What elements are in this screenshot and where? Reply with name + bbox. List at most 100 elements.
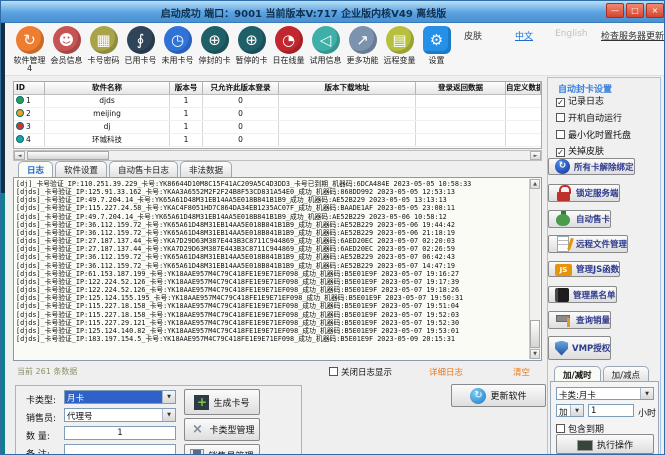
toolbar-more-features[interactable]: ↗ 更多功能 bbox=[344, 26, 381, 65]
chevron-down-icon[interactable]: ▼ bbox=[162, 409, 175, 421]
amount-input[interactable] bbox=[588, 404, 634, 417]
tab-add-sub-points[interactable]: 加/减点 bbox=[603, 366, 649, 381]
log-tabs: 日志 软件设置 自动售卡日志 非法数据 bbox=[13, 161, 232, 177]
scroll-right-arrow[interactable]: ► bbox=[530, 151, 541, 160]
app-window: 启动成功 端口：9001 当前版本V:717 企业版内核V49 离线版 — □ … bbox=[0, 0, 665, 455]
log-line: [djds]_卡号验证_IP:125.124.140.82_卡号:YK18AAE… bbox=[16, 327, 527, 335]
update-software-button[interactable]: ↻ 更新软件 bbox=[451, 384, 546, 407]
tab-illegal-data[interactable]: 非法数据 bbox=[180, 161, 232, 177]
scroll-down-arrow[interactable]: ▼ bbox=[530, 349, 540, 359]
tab-auto-sell-log[interactable]: 自动售卡日志 bbox=[109, 161, 178, 177]
log-line: [djds]_卡号验证_IP:49.7.204.14_卡号:YK65A61D48… bbox=[16, 196, 527, 204]
unbind-all-cards-button[interactable]: ↻ 所有卡解除绑定 bbox=[548, 158, 635, 175]
skin-link[interactable]: 皮肤 bbox=[464, 29, 482, 42]
tab-software-settings[interactable]: 软件设置 bbox=[55, 161, 107, 177]
close-log-checkbox[interactable]: 关闭日志显示 bbox=[329, 366, 392, 378]
execute-operation-button[interactable]: 执行操作 bbox=[556, 434, 654, 454]
chevron-down-icon[interactable]: ▼ bbox=[162, 391, 175, 403]
table-row[interactable]: 2 meijing 1 0 bbox=[14, 108, 541, 121]
card-type-manage-button[interactable]: × 卡类型管理 bbox=[184, 418, 260, 441]
toolbar-remote-vars[interactable]: ▤ 远程变量 bbox=[381, 26, 418, 65]
add-sub-select[interactable]: 加 ▼ bbox=[556, 404, 584, 417]
toolbar-software-manage[interactable]: ↻ 软件管理 4 bbox=[11, 26, 48, 73]
log-line: [djds]_卡号验证_IP:115.227.18.158_卡号:YK18AAE… bbox=[16, 302, 527, 310]
lock-server-button[interactable]: 锁定服务端 bbox=[548, 184, 620, 202]
toolbar-card-password[interactable]: ▦ 卡号密码 bbox=[85, 26, 122, 65]
checkbox-icon bbox=[556, 113, 565, 122]
tab-log[interactable]: 日志 bbox=[18, 161, 53, 177]
toolbar-paused-cards[interactable]: ⊕ 暂停的卡 bbox=[233, 26, 270, 65]
disable-skin-checkbox[interactable]: ✓关掉皮肤 bbox=[556, 144, 604, 157]
log-line: [djds]_卡号验证_IP:36.112.159.72_卡号:YK65A61D… bbox=[16, 221, 527, 229]
scroll-up-arrow[interactable]: ▲ bbox=[530, 179, 540, 189]
generate-card-button[interactable]: + 生成卡号 bbox=[184, 389, 260, 415]
query-sales-button[interactable]: 查询销量 bbox=[548, 311, 611, 329]
unit-label: 小时 bbox=[638, 406, 656, 419]
quantity-input[interactable] bbox=[64, 426, 176, 440]
card-generate-panel: 卡类型: 月卡 ▼ 销售员: 代理号 ▼ 数 量: 备 注: + 生成卡号 × … bbox=[15, 385, 302, 455]
toolbar-banned-cards[interactable]: ⊕ 停封的卡 bbox=[196, 26, 233, 65]
chart-icon: ↗ bbox=[349, 26, 377, 54]
gauge-icon: ◔ bbox=[275, 26, 303, 54]
log-line: [djds]_卡号验证_IP:27.187.137.44_卡号:YKA7D29D… bbox=[16, 237, 527, 245]
manage-blacklist-button[interactable]: 管理黑名单 bbox=[548, 286, 617, 303]
gear-icon: ⚙ bbox=[423, 26, 451, 54]
card-type-select[interactable]: 月卡 ▼ bbox=[64, 390, 176, 404]
toolbar-settings[interactable]: ⚙ 设置 bbox=[418, 26, 455, 65]
log-line: [djds]_卡号验证_IP:122.224.52.126_卡号:YK18AAE… bbox=[16, 286, 527, 294]
minimize-to-tray-checkbox[interactable]: 最小化时置托盘 bbox=[556, 128, 631, 141]
refresh-icon: ↻ bbox=[16, 26, 44, 54]
checkbox-icon[interactable] bbox=[329, 367, 338, 376]
check-update-link[interactable]: 检查服务器更新 bbox=[601, 29, 664, 42]
checkbox-icon: ✓ bbox=[556, 98, 565, 107]
toolbar-daily-online[interactable]: ◔ 日在线量 bbox=[270, 26, 307, 65]
seller-manage-button[interactable]: 销售员管理 bbox=[184, 444, 260, 455]
log-line: [djds]_卡号验证_IP:36.112.159.72_卡号:YK65A61D… bbox=[16, 229, 527, 237]
auto-sell-button[interactable]: 自动售卡 bbox=[548, 210, 611, 228]
toolbar-used-cards[interactable]: ∮ 已用卡号 bbox=[122, 26, 159, 65]
seller-label: 销售员: bbox=[26, 411, 56, 424]
maximize-button[interactable]: □ bbox=[626, 3, 644, 18]
minimize-button[interactable]: — bbox=[606, 3, 624, 18]
english-link[interactable]: English bbox=[555, 29, 588, 39]
log-count-text: 当前 261 条数据 bbox=[17, 366, 77, 377]
table-row[interactable]: 1 djds 1 0 bbox=[14, 95, 541, 108]
js-icon: JS bbox=[555, 264, 572, 276]
toolbar-member-info[interactable]: ☻ 会员信息 bbox=[48, 26, 85, 65]
scroll-left-arrow[interactable]: ◄ bbox=[14, 151, 25, 160]
main-toolbar: ↻ 软件管理 4 ☻ 会员信息 ▦ 卡号密码 ∮ 已用卡号 ◷ 未用卡号 ⊕ 停… bbox=[5, 23, 665, 76]
log-panel[interactable]: [dj]_卡号验证_IP:110.251.39.229_卡号:YK86644D1… bbox=[13, 177, 542, 361]
vmp-auth-button[interactable]: VMP授权 bbox=[548, 336, 611, 360]
scroll-thumb[interactable] bbox=[27, 151, 109, 160]
card-class-select[interactable]: 卡类:月卡 ▼ bbox=[556, 387, 654, 400]
tab-add-sub-time[interactable]: 加/减时 bbox=[554, 366, 601, 381]
note-input[interactable] bbox=[64, 444, 176, 455]
chinese-link[interactable]: 中文 bbox=[515, 29, 533, 42]
detail-log-link[interactable]: 详细日志 bbox=[429, 366, 463, 378]
plus-icon: + bbox=[194, 395, 209, 410]
toolbar-unused-cards[interactable]: ◷ 未用卡号 bbox=[159, 26, 196, 65]
status-dot bbox=[16, 135, 24, 143]
clear-log-link[interactable]: 清空 bbox=[513, 366, 530, 378]
record-log-checkbox[interactable]: ✓记录日志 bbox=[556, 94, 604, 107]
scroll-thumb[interactable] bbox=[530, 320, 540, 348]
chevron-down-icon[interactable]: ▼ bbox=[570, 405, 583, 416]
table-row[interactable]: 3 dj 1 0 bbox=[14, 121, 541, 134]
close-button[interactable]: × bbox=[646, 3, 664, 18]
autorun-checkbox[interactable]: 开机自动运行 bbox=[556, 111, 622, 124]
title-bar: 启动成功 端口：9001 当前版本V:717 企业版内核V49 离线版 — □ … bbox=[1, 1, 665, 23]
checkbox-icon bbox=[556, 424, 565, 433]
chevron-down-icon[interactable]: ▼ bbox=[640, 388, 653, 399]
seller-select[interactable]: 代理号 ▼ bbox=[64, 408, 176, 422]
manage-js-button[interactable]: JS 管理JS函数 bbox=[548, 261, 620, 277]
remote-file-manage-button[interactable]: 远程文件管理 bbox=[548, 235, 628, 253]
log-vscrollbar[interactable]: ▲ ▼ bbox=[529, 179, 540, 359]
toolbar-trial-info[interactable]: ◁ 试用信息 bbox=[307, 26, 344, 65]
table-row[interactable]: 4 环城科技 1 0 bbox=[14, 134, 541, 147]
table-header: ID 软件名称 版本号 只允许此版本登录 版本下载地址 登录返回数据 自定义数据 bbox=[14, 82, 541, 95]
log-line: [djds]_卡号验证_IP:125.124.155.195_卡号:YK18AA… bbox=[16, 294, 527, 302]
paperclip-icon: ∮ bbox=[127, 26, 155, 54]
document-icon: ▤ bbox=[386, 26, 414, 54]
table-hscrollbar[interactable]: ◄ ► bbox=[13, 150, 542, 161]
globe-icon: ⊕ bbox=[238, 26, 266, 54]
